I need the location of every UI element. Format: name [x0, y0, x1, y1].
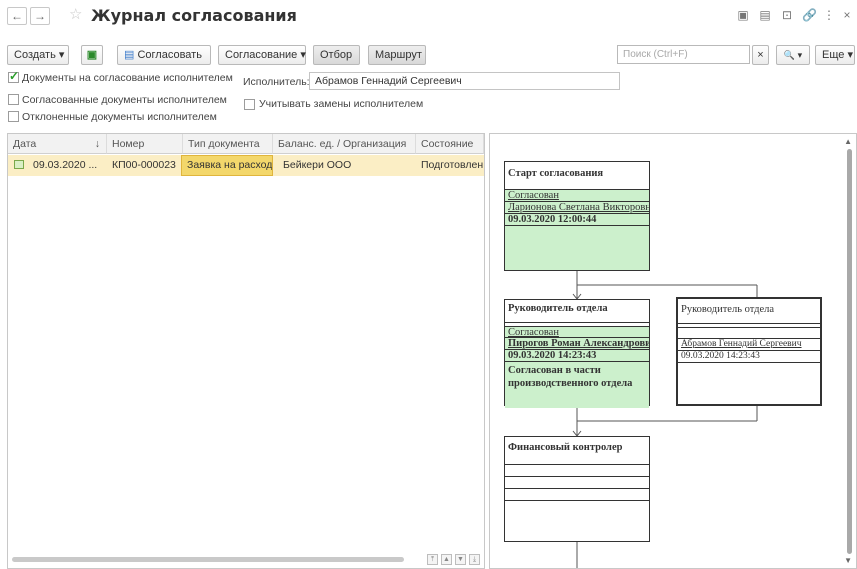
scroll-down-button[interactable]: ▼: [455, 554, 466, 565]
cell-org: Бейкери ООО: [283, 159, 352, 171]
head1-person: Пирогов Роман Александрович: [505, 338, 649, 350]
department-head-box-2[interactable]: Руководитель отдела Абрамов Геннадий Сер…: [676, 297, 822, 406]
finance-datetime: [505, 489, 649, 501]
start-approval-title: Старт согласования: [505, 162, 649, 190]
finance-status: [505, 465, 649, 477]
scroll-last-button[interactable]: ⤓: [469, 554, 480, 565]
route-button[interactable]: Маршрут: [368, 45, 426, 65]
approval-route-diagram: Старт согласования Согласован Ларионова …: [489, 133, 857, 569]
cell-doc-type: Заявка на расход: [181, 155, 273, 176]
search-icon: 🔍 ▾: [783, 50, 803, 60]
column-header-number[interactable]: Номер: [107, 134, 183, 154]
back-button[interactable]: ←: [7, 7, 27, 25]
docs-for-approval-label: Документы на согласование исполнителем: [22, 72, 233, 84]
start-datetime: 09.03.2020 12:00:44: [505, 214, 649, 226]
column-header-date[interactable]: Дата ↓: [8, 134, 107, 154]
department-head-2-title: Руководитель отдела: [678, 299, 820, 324]
back-icon: ←: [11, 9, 23, 23]
filter-button[interactable]: Отбор: [313, 45, 360, 65]
column-header-org[interactable]: Баланс. ед. / Организация: [273, 134, 416, 154]
document-green-icon: ▣: [86, 49, 98, 61]
table-row[interactable]: 09.03.2020 ... КП00-000023 Заявка на рас…: [8, 155, 484, 176]
performer-label: Исполнитель:: [243, 76, 310, 88]
scroll-up-button[interactable]: ▲: [441, 554, 452, 565]
forward-icon: →: [34, 9, 46, 23]
more-button[interactable]: Еще ▾: [815, 45, 855, 65]
favorite-star-icon[interactable]: ☆: [69, 5, 82, 23]
close-icon[interactable]: ×: [840, 8, 854, 22]
department-head-1-body: Согласован Пирогов Роман Александрович 0…: [505, 326, 649, 408]
document-save-button[interactable]: ▣: [81, 45, 103, 65]
docs-approved-label: Согласованные документы исполнителем: [22, 94, 227, 106]
head2-datetime: 09.03.2020 14:23:43: [678, 351, 820, 363]
cell-date: 09.03.2020 ...: [33, 159, 98, 171]
start-approval-body: Согласован Ларионова Светлана Викторовна…: [505, 190, 649, 270]
department-head-box-1[interactable]: Руководитель отдела Согласован Пирогов Р…: [504, 299, 650, 408]
approve-label: Согласовать: [137, 49, 202, 61]
document-row-icon: [14, 160, 24, 169]
approve-icon: ▤: [124, 49, 138, 61]
more-vertical-icon[interactable]: ⋮: [822, 8, 836, 22]
consider-replacements-checkbox[interactable]: [244, 99, 255, 110]
page-title: Журнал согласования: [91, 6, 297, 25]
print-icon[interactable]: ▣: [736, 8, 750, 22]
search-input[interactable]: Поиск (Ctrl+F): [617, 45, 750, 64]
horizontal-scrollbar[interactable]: [12, 557, 404, 562]
docs-approved-checkbox[interactable]: [8, 94, 19, 105]
cell-state: Подготовлен: [421, 159, 484, 171]
head1-datetime: 09.03.2020 14:23:43: [505, 350, 649, 362]
approve-button[interactable]: ▤ Согласовать: [117, 45, 211, 65]
scroll-down-arrow-icon[interactable]: ▼: [844, 556, 852, 565]
cell-number: КП00-000023: [112, 159, 176, 171]
forward-button[interactable]: →: [30, 7, 50, 25]
report-icon[interactable]: ▤: [758, 8, 772, 22]
search-find-button[interactable]: 🔍 ▾: [776, 45, 810, 65]
docs-rejected-checkbox[interactable]: [8, 111, 19, 122]
start-person: Ларионова Светлана Викторовна: [505, 202, 649, 214]
head2-person: Абрамов Геннадий Сергеевич: [678, 339, 820, 351]
sort-icon: ↓: [94, 138, 100, 150]
link-icon[interactable]: 🔗: [802, 8, 817, 22]
vertical-scrollbar[interactable]: [847, 149, 852, 554]
create-button[interactable]: Создать ▾: [7, 45, 69, 65]
head2-status: [678, 327, 820, 339]
financial-controller-title: Финансовый контролер: [505, 437, 649, 465]
docs-for-approval-checkbox[interactable]: [8, 69, 19, 83]
documents-table: Дата ↓ Номер Тип документа Баланс. ед. / …: [7, 133, 485, 569]
scroll-first-button[interactable]: ⤒: [427, 554, 438, 565]
docs-rejected-label: Отклоненные документы исполнителем: [22, 111, 217, 123]
approval-menu-button[interactable]: Согласование ▾: [218, 45, 306, 65]
financial-controller-box[interactable]: Финансовый контролер: [504, 436, 650, 542]
start-approval-box[interactable]: Старт согласования Согласован Ларионова …: [504, 161, 650, 271]
column-header-doc-type[interactable]: Тип документа: [183, 134, 273, 154]
column-header-state[interactable]: Состояние: [416, 134, 484, 154]
start-status: Согласован: [505, 190, 649, 202]
search-clear-button[interactable]: ×: [752, 45, 769, 65]
performer-field[interactable]: Абрамов Геннадий Сергеевич: [309, 72, 620, 90]
department-head-1-title: Руководитель отдела: [505, 300, 649, 323]
head1-status: Согласован: [505, 326, 649, 338]
preview-icon[interactable]: ⊡: [780, 8, 794, 22]
scroll-up-arrow-icon[interactable]: ▲: [844, 137, 852, 146]
head1-note: Согласован в части производственного отд…: [508, 365, 633, 389]
consider-replacements-label: Учитывать замены исполнителем: [259, 98, 424, 110]
finance-person: [505, 477, 649, 489]
